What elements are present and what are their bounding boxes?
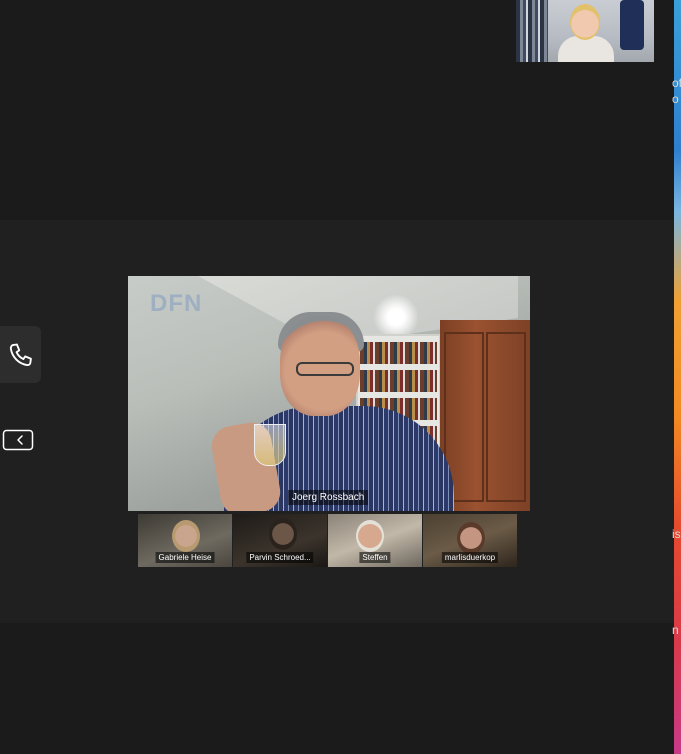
participant-face bbox=[457, 522, 485, 554]
main-speaker-video[interactable]: DFN Joerg Rossbach bbox=[128, 276, 530, 511]
wooden-cabinet bbox=[440, 320, 530, 511]
participant-thumbnail[interactable]: Gabriele Heise bbox=[138, 514, 232, 567]
participant-name: Parvin Schroed... bbox=[246, 552, 314, 563]
participant-face bbox=[269, 518, 297, 550]
participant-face bbox=[570, 4, 600, 40]
bottom-area bbox=[0, 623, 674, 754]
self-video-thumbnail[interactable] bbox=[516, 0, 654, 62]
wine-glass bbox=[254, 424, 286, 466]
participant-name: Steffen bbox=[359, 552, 391, 563]
edge-text-3: is bbox=[672, 527, 681, 541]
watermark-logo: DFN bbox=[150, 290, 203, 317]
participant-thumbnail[interactable]: Parvin Schroed... bbox=[233, 514, 327, 567]
coat-background bbox=[620, 0, 644, 50]
speaker-glasses bbox=[296, 362, 354, 376]
participant-face bbox=[172, 520, 200, 552]
phone-icon bbox=[9, 343, 32, 366]
right-edge-strip bbox=[674, 0, 681, 754]
participant-name: Gabriele Heise bbox=[155, 552, 215, 563]
collapse-panel-button[interactable] bbox=[2, 428, 34, 452]
collapse-panel-icon bbox=[2, 429, 34, 451]
edge-text-2: o bbox=[672, 92, 679, 106]
phone-button[interactable] bbox=[0, 326, 41, 383]
participant-thumbnail[interactable]: marlisduerkop bbox=[423, 514, 517, 567]
participant-name: marlisduerkop bbox=[441, 552, 499, 563]
participant-face bbox=[356, 520, 384, 552]
main-speaker-name: Joerg Rossbach bbox=[288, 490, 369, 505]
edge-text-4: n bbox=[672, 623, 679, 637]
participant-thumbnail[interactable]: Steffen bbox=[328, 514, 422, 567]
bookshelf-background bbox=[516, 0, 548, 62]
edge-text-1: of bbox=[672, 76, 681, 90]
